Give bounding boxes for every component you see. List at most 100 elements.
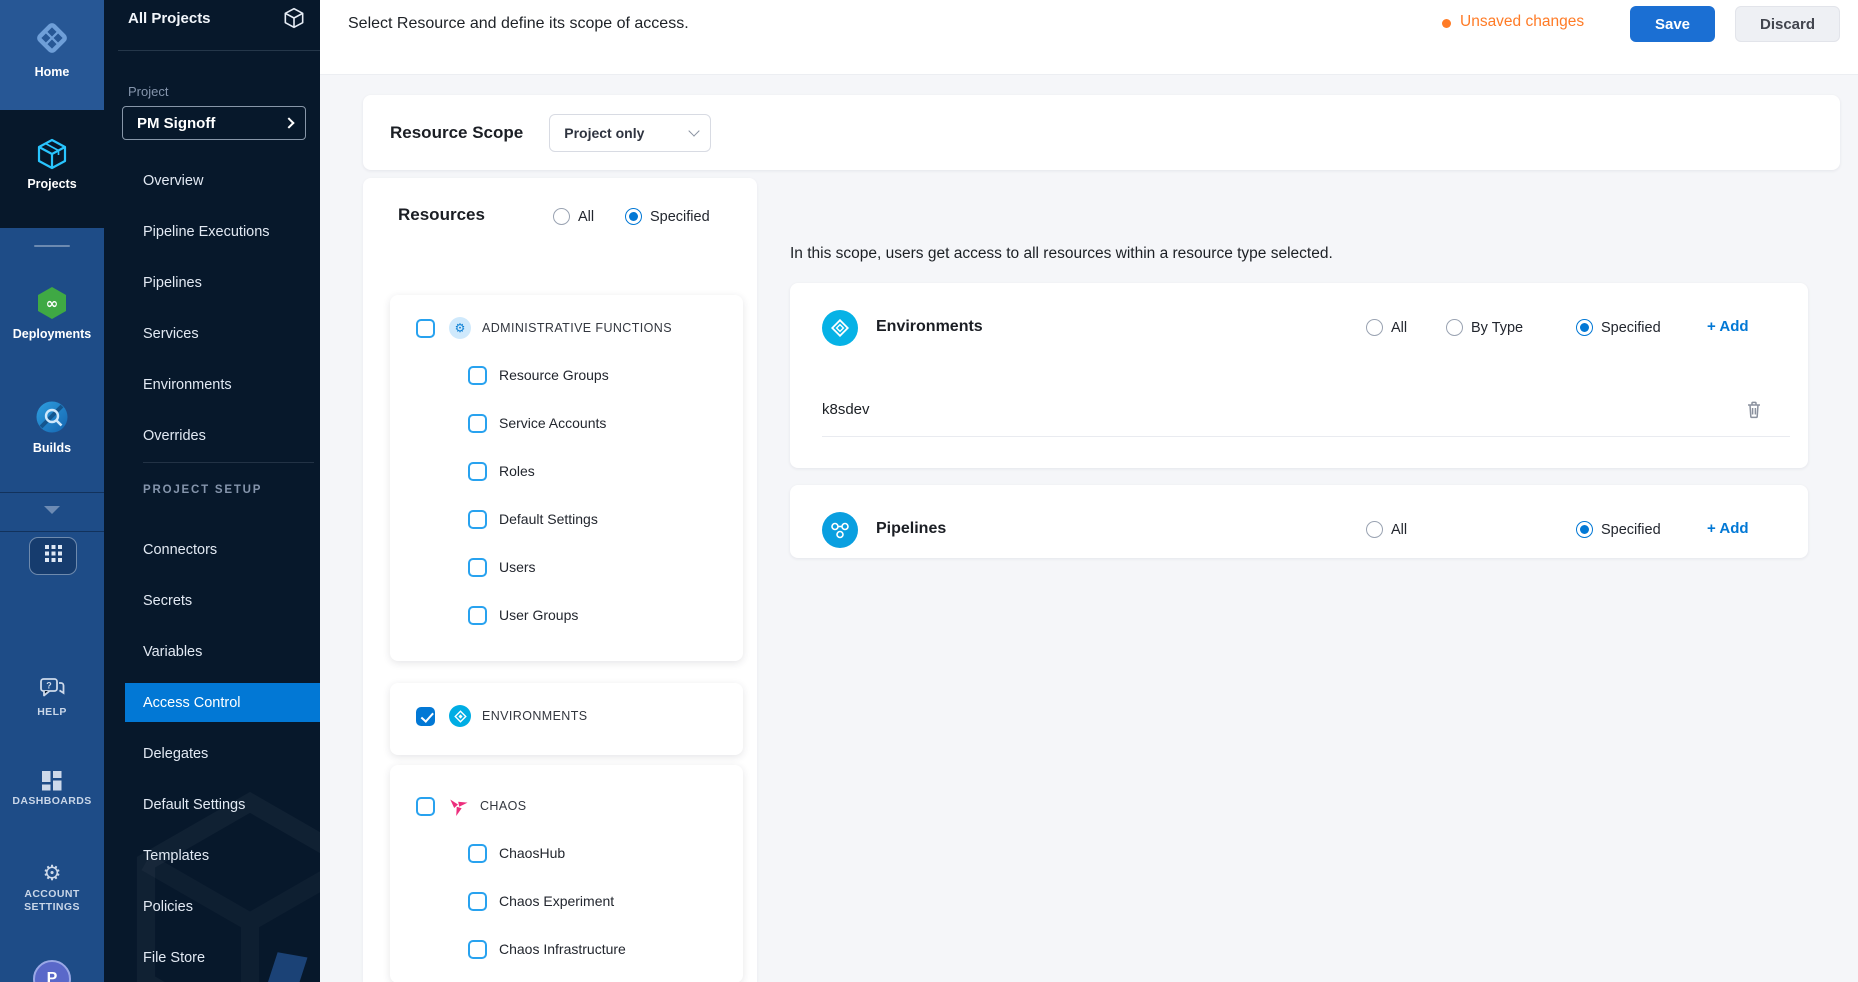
- rail-item-help[interactable]: ?HELP: [0, 676, 104, 719]
- radio-option-specified[interactable]: Specified: [625, 208, 710, 225]
- checkbox-default-settings[interactable]: [468, 510, 487, 529]
- sidebar-item-delegates[interactable]: Delegates: [104, 728, 320, 779]
- radio-option-label: Specified: [1601, 320, 1661, 336]
- resource-type-row: Chaos Infrastructure: [390, 925, 743, 973]
- access-control-page: Home Projects ∞ Deployments Builds ?HELP…: [0, 0, 1858, 982]
- rail-module-label: Home: [0, 65, 104, 79]
- resource-type-label: Roles: [499, 463, 535, 479]
- module-switcher-button[interactable]: [29, 537, 77, 575]
- resource-groups: ⚙ADMINISTRATIVE FUNCTIONS Resource Groups…: [363, 295, 757, 982]
- resource-entry-name: k8sdev: [822, 401, 870, 418]
- sidebar-item-policies[interactable]: Policies: [104, 881, 320, 932]
- scope-note: In this scope, users get access to all r…: [790, 245, 1333, 263]
- checkbox-chaos[interactable]: [416, 797, 435, 816]
- resource-group-header[interactable]: CHAOS: [390, 783, 743, 829]
- radio-option-pipelines-specified[interactable]: Specified: [1576, 521, 1661, 538]
- checkbox-chaos-infrastructure[interactable]: [468, 940, 487, 959]
- add-environments-button[interactable]: + Add: [1707, 318, 1749, 335]
- builds-icon: [0, 398, 104, 436]
- grid-icon: [45, 545, 62, 567]
- rail-module-projects[interactable]: Projects: [0, 110, 104, 228]
- resource-type-label: ChaosHub: [499, 845, 565, 861]
- radio-option-pipelines-all[interactable]: All: [1366, 521, 1407, 538]
- sidebar-item-pipeline-executions[interactable]: Pipeline Executions: [104, 206, 320, 257]
- sidebar-item-variables[interactable]: Variables: [104, 626, 320, 677]
- content-area: Resource Scope Project only Resources Al…: [320, 75, 1858, 982]
- radio-option-all[interactable]: All: [553, 208, 594, 225]
- rail-item-dashboards[interactable]: DASHBOARDS: [0, 770, 104, 808]
- radio-option-label: All: [1391, 522, 1407, 538]
- radio-option-environments-by-type[interactable]: By Type: [1446, 319, 1523, 336]
- checkbox-administrative-functions[interactable]: [416, 319, 435, 338]
- rail-divider: [34, 245, 70, 247]
- environments-big-icon: [822, 310, 858, 346]
- radio-icon: [1366, 319, 1383, 336]
- resource-type-label: Resource Groups: [499, 367, 609, 383]
- checkbox-service-accounts[interactable]: [468, 414, 487, 433]
- rail-module-deployments[interactable]: ∞ Deployments: [0, 284, 104, 354]
- radio-option-label: Specified: [650, 209, 710, 225]
- sidebar-item-pipelines[interactable]: Pipelines: [104, 257, 320, 308]
- chevron-down-icon[interactable]: [44, 506, 60, 514]
- resource-type-row: Roles: [390, 447, 743, 495]
- rail-module-builds[interactable]: Builds: [0, 398, 104, 468]
- resource-group-header[interactable]: ⚙ADMINISTRATIVE FUNCTIONS: [390, 305, 743, 351]
- discard-button[interactable]: Discard: [1735, 6, 1840, 42]
- checkbox-chaos-experiment[interactable]: [468, 892, 487, 911]
- trash-icon[interactable]: [1744, 399, 1764, 420]
- resource-group-header[interactable]: ENVIRONMENTS: [390, 693, 743, 739]
- resource-scope-card: Resource Scope Project only: [363, 95, 1840, 170]
- rail-separator: [0, 531, 104, 532]
- radio-option-label: All: [1391, 320, 1407, 336]
- nav-main-list: OverviewPipeline ExecutionsPipelinesServ…: [104, 155, 320, 461]
- checkbox-chaoshub[interactable]: [468, 844, 487, 863]
- environments-icon: [449, 705, 471, 727]
- resource-type-row: ChaosHub: [390, 829, 743, 877]
- sidebar-item-overrides[interactable]: Overrides: [104, 410, 320, 461]
- sidebar-item-access-control[interactable]: Access Control: [125, 683, 320, 722]
- rail-item-account-settings[interactable]: ⚙ACCOUNTSETTINGS: [0, 862, 104, 914]
- radio-option-label: By Type: [1471, 320, 1523, 336]
- sidebar-item-default-settings[interactable]: Default Settings: [104, 779, 320, 830]
- rail-module-home[interactable]: Home: [0, 0, 104, 110]
- sidebar-item-environments[interactable]: Environments: [104, 359, 320, 410]
- scope-card-header: Pipelines All Specified + Add: [790, 485, 1808, 557]
- rail-module-label: Projects: [0, 177, 104, 191]
- svg-text:∞: ∞: [46, 295, 59, 313]
- sidebar-item-file-store[interactable]: File Store: [104, 932, 320, 982]
- nav-divider: [118, 50, 320, 51]
- resources-header: Resources All Specified: [363, 178, 757, 295]
- radio-icon: [1576, 319, 1593, 336]
- resource-scope-select[interactable]: Project only: [549, 114, 711, 152]
- module-rail: Home Projects ∞ Deployments Builds ?HELP…: [0, 0, 104, 982]
- scope-card-title: Pipelines: [876, 520, 946, 538]
- sidebar-item-templates[interactable]: Templates: [104, 830, 320, 881]
- resource-type-row: Default Settings: [390, 495, 743, 543]
- resource-type-row: User Groups: [390, 591, 743, 639]
- sidebar-item-services[interactable]: Services: [104, 308, 320, 359]
- resource-group-card-chaos: CHAOSChaosHubChaos ExperimentChaos Infra…: [390, 765, 743, 982]
- cube-icon[interactable]: [282, 6, 306, 35]
- specified-resource-row: k8sdev: [822, 383, 1790, 437]
- add-pipelines-button[interactable]: + Add: [1707, 520, 1749, 537]
- checkbox-roles[interactable]: [468, 462, 487, 481]
- project-label: Project: [128, 84, 168, 99]
- resources-title: Resources: [398, 205, 485, 225]
- sidebar-item-secrets[interactable]: Secrets: [104, 575, 320, 626]
- checkbox-resource-groups[interactable]: [468, 366, 487, 385]
- checkbox-users[interactable]: [468, 558, 487, 577]
- nav-title: All Projects: [128, 10, 211, 27]
- chevron-right-icon: [283, 117, 294, 128]
- project-selector[interactable]: PM Signoff: [122, 106, 306, 140]
- radio-icon: [553, 208, 570, 225]
- radio-option-environments-all[interactable]: All: [1366, 319, 1407, 336]
- radio-option-environments-specified[interactable]: Specified: [1576, 319, 1661, 336]
- user-avatar[interactable]: P: [33, 960, 71, 982]
- project-setup-heading: PROJECT SETUP: [143, 484, 262, 496]
- checkbox-environments[interactable]: [416, 707, 435, 726]
- checkbox-user-groups[interactable]: [468, 606, 487, 625]
- save-button[interactable]: Save: [1630, 6, 1715, 42]
- sidebar-item-overview[interactable]: Overview: [104, 155, 320, 206]
- sidebar-item-connectors[interactable]: Connectors: [104, 524, 320, 575]
- rail-module-label: Deployments: [0, 327, 104, 341]
